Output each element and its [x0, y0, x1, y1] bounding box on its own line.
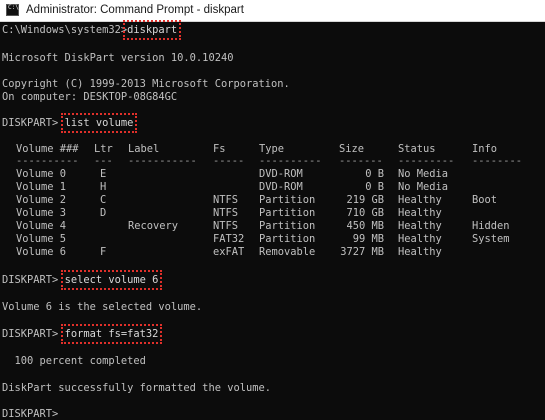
cell-volume: Volume 5	[16, 233, 67, 245]
console-prompt: DISKPART>	[2, 274, 65, 286]
console-line-copyright: Copyright (C) 1999-2013 Microsoft Corpor…	[2, 78, 290, 90]
cell-fs: NTFS	[213, 194, 239, 206]
cell-ltr: E	[100, 168, 107, 180]
cell-ltr: H	[100, 181, 107, 193]
cell-type: Partition	[259, 220, 316, 232]
separator-info: --------	[472, 155, 523, 167]
console-output[interactable]: C:\Windows\system32>diskpart Microsoft D…	[0, 20, 545, 420]
cell-fs: NTFS	[213, 207, 239, 219]
command-format: format fs=fat32	[60, 324, 163, 344]
cell-size: 99 MB	[352, 233, 384, 245]
cell-status: Healthy	[398, 246, 442, 258]
console-line-progress: 100 percent completed	[2, 355, 146, 367]
separator-fs: -----	[213, 155, 245, 167]
cell-ltr: D	[100, 207, 107, 219]
cell-volume: Volume 6	[16, 246, 67, 258]
cell-status: No Media	[398, 168, 449, 180]
cell-fs: NTFS	[213, 220, 239, 232]
cell-ltr: F	[100, 246, 107, 258]
cell-size: 219 GB	[346, 194, 384, 206]
console-line-computer: On computer: DESKTOP-08G84GC	[2, 91, 178, 103]
cell-fs: FAT32	[213, 233, 245, 245]
separator-ltr: ---	[94, 155, 113, 167]
cell-volume: Volume 3	[16, 207, 67, 219]
cell-volume: Volume 1	[16, 181, 67, 193]
separator-volume: ----------	[16, 155, 79, 167]
cell-size: 0 B	[365, 181, 384, 193]
cell-size: 710 GB	[346, 207, 384, 219]
command-list-volume: list volume	[60, 113, 138, 133]
cell-status: Healthy	[398, 220, 442, 232]
console-line-cmd-diskpart: C:\Windows\system32>diskpart	[2, 20, 182, 40]
cell-volume: Volume 4	[16, 220, 67, 232]
console-line-select-result: Volume 6 is the selected volume.	[2, 301, 203, 313]
cell-fs: exFAT	[213, 246, 245, 258]
cell-type: Removable	[259, 246, 316, 258]
command-prompt-window: Administrator: Command Prompt - diskpart…	[0, 0, 545, 420]
cell-size: 450 MB	[346, 220, 384, 232]
cell-info: Boot	[472, 194, 498, 206]
separator-status: ---------	[398, 155, 455, 167]
cell-type: DVD-ROM	[259, 168, 303, 180]
title-bar[interactable]: Administrator: Command Prompt - diskpart	[0, 0, 545, 22]
cell-volume: Volume 0	[16, 168, 67, 180]
cell-type: Partition	[259, 207, 316, 219]
cell-info: System	[472, 233, 510, 245]
separator-label: -----------	[128, 155, 197, 167]
cell-status: Healthy	[398, 233, 442, 245]
cell-size: 0 B	[365, 168, 384, 180]
console-line-cmd-list-volume: DISKPART> list volume	[2, 113, 138, 133]
console-prompt: DISKPART>	[2, 117, 65, 129]
cell-status: Healthy	[398, 207, 442, 219]
cell-status: No Media	[398, 181, 449, 193]
console-line-cmd-format: DISKPART> format fs=fat32	[2, 324, 163, 344]
cell-type: Partition	[259, 233, 316, 245]
cell-volume: Volume 2	[16, 194, 67, 206]
cell-ltr: C	[100, 194, 107, 206]
cell-type: Partition	[259, 194, 316, 206]
command-prompt-icon	[6, 4, 19, 16]
separator-size: -------	[339, 155, 383, 167]
separator-type: ----------	[259, 155, 322, 167]
console-line-format-result: DiskPart successfully formatted the volu…	[2, 382, 271, 394]
cell-info: Hidden	[472, 220, 510, 232]
command-diskpart: diskpart	[123, 20, 182, 40]
console-prompt: C:\Windows\system32>	[2, 24, 128, 36]
cell-label: Recovery	[128, 220, 179, 232]
cell-type: DVD-ROM	[259, 181, 303, 193]
console-prompt: DISKPART>	[2, 328, 65, 340]
cell-size: 3727 MB	[340, 246, 384, 258]
console-line-version: Microsoft DiskPart version 10.0.10240	[2, 52, 234, 64]
console-line-cmd-select-volume: DISKPART> select volume 6	[2, 270, 163, 290]
window-title: Administrator: Command Prompt - diskpart	[26, 4, 244, 16]
cell-status: Healthy	[398, 194, 442, 206]
command-select-volume: select volume 6	[60, 270, 163, 290]
console-line-final-prompt[interactable]: DISKPART>	[2, 408, 65, 420]
